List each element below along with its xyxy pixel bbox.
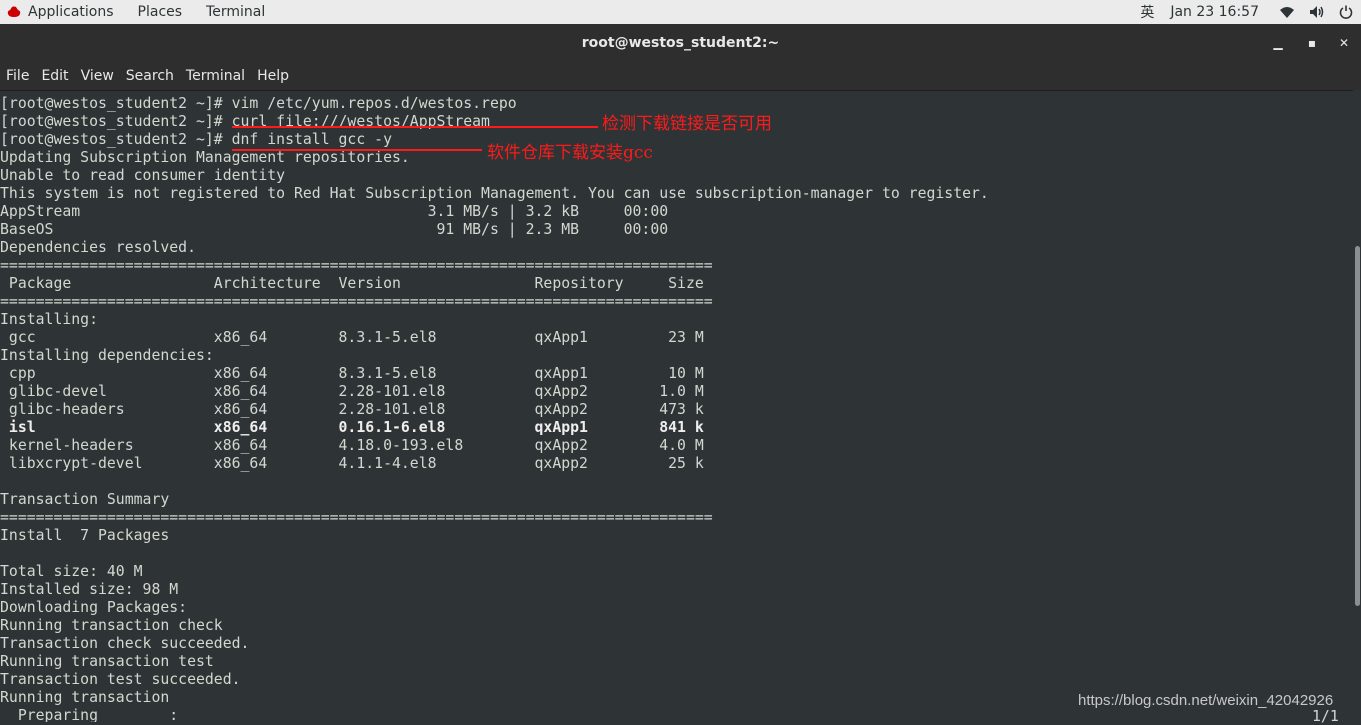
scrollbar-thumb[interactable] xyxy=(1355,246,1360,606)
minimize-button[interactable]: ▁ xyxy=(1268,33,1288,53)
places-label: Places xyxy=(137,4,183,20)
menu-terminal[interactable]: Terminal xyxy=(180,68,251,84)
terminal-line: Running transaction test xyxy=(0,653,214,670)
terminal-line: Install 7 Packages xyxy=(0,527,170,544)
terminal-line: Transaction test succeeded. xyxy=(0,671,241,688)
terminal-line: Installed size: 98 M xyxy=(0,581,179,598)
dnf-underline xyxy=(232,149,482,151)
terminal-line: ========================================… xyxy=(0,257,713,274)
menu-help[interactable]: Help xyxy=(251,68,295,84)
terminal-line: glibc-headers x86_64 2.28-101.el8 qxApp2… xyxy=(0,401,704,418)
redhat-icon xyxy=(7,6,21,17)
menu-file[interactable]: File xyxy=(0,68,35,84)
close-button[interactable]: ✕ xyxy=(1334,33,1354,53)
terminal-output[interactable]: [root@westos_student2 ~]# vim /etc/yum.r… xyxy=(0,95,1352,722)
terminal-line: This system is not registered to Red Hat… xyxy=(0,185,989,202)
terminal-line: glibc-devel x86_64 2.28-101.el8 qxApp2 1… xyxy=(0,383,704,400)
volume-icon[interactable] xyxy=(1309,5,1325,19)
window-title: root@westos_student2:~ xyxy=(581,35,780,51)
curl-annotation: 检测下载链接是否可用 xyxy=(602,114,772,134)
terminal-line: Transaction Summary xyxy=(0,491,170,508)
window-titlebar[interactable]: root@westos_student2:~ ▁ ▪ ✕ xyxy=(0,24,1361,62)
progress-counter: 1/1 xyxy=(1312,708,1339,725)
terminal-app-menu[interactable]: Terminal xyxy=(206,4,265,20)
terminal-line: Total size: 40 M xyxy=(0,563,143,580)
maximize-button[interactable]: ▪ xyxy=(1302,33,1322,53)
terminal-line: Package Architecture Version Repository … xyxy=(0,275,704,292)
terminal-line: kernel-headers x86_64 4.18.0-193.el8 qxA… xyxy=(0,437,704,454)
terminal-line: gcc x86_64 8.3.1-5.el8 qxApp1 23 M xyxy=(0,329,704,346)
menu-search[interactable]: Search xyxy=(120,68,180,84)
input-method-indicator[interactable]: 英 xyxy=(1140,2,1154,22)
curl-underline xyxy=(232,126,598,128)
clock[interactable]: Jan 23 16:57 xyxy=(1170,4,1259,20)
terminal-line: isl x86_64 0.16.1-6.el8 qxApp1 841 k xyxy=(0,419,704,436)
terminal-line: BaseOS 91 MB/s | 2.3 MB 00:00 xyxy=(0,221,669,238)
menu-view[interactable]: View xyxy=(75,68,120,84)
menu-edit[interactable]: Edit xyxy=(35,68,74,84)
terminal-line: Installing: xyxy=(0,311,98,328)
applications-menu[interactable]: Applications xyxy=(6,4,114,20)
wifi-icon[interactable] xyxy=(1279,5,1295,19)
terminal-line: Running transaction check xyxy=(0,617,223,634)
top-panel: Applications Places Terminal 英 Jan 23 16… xyxy=(0,0,1361,24)
terminal-line: Transaction check succeeded. xyxy=(0,635,250,652)
terminal-line: Dependencies resolved. xyxy=(0,239,196,256)
terminal-line: ========================================… xyxy=(0,293,713,310)
terminal-line: libxcrypt-devel x86_64 4.1.1-4.el8 qxApp… xyxy=(0,455,704,472)
terminal-scrollbar[interactable] xyxy=(1353,90,1361,722)
places-menu[interactable]: Places xyxy=(138,4,183,20)
terminal-line: Unable to read consumer identity xyxy=(0,167,286,184)
terminal-line: cpp x86_64 8.3.1-5.el8 qxApp1 10 M xyxy=(0,365,704,382)
terminal-line: Updating Subscription Management reposit… xyxy=(0,149,410,166)
applications-label: Applications xyxy=(28,4,114,20)
terminal-menubar: File Edit View Search Terminal Help xyxy=(0,62,1361,91)
watermark: https://blog.csdn.net/weixin_42042926 xyxy=(1078,692,1334,709)
dnf-annotation: 软件仓库下载安装gcc xyxy=(487,143,653,163)
terminal-line: Installing dependencies: xyxy=(0,347,214,364)
terminal-line: Preparing : xyxy=(0,707,179,722)
terminal-line: Downloading Packages: xyxy=(0,599,188,616)
power-icon[interactable] xyxy=(1339,5,1353,19)
terminal-app-label: Terminal xyxy=(206,4,266,20)
terminal-line: AppStream 3.1 MB/s | 3.2 kB 00:00 xyxy=(0,203,669,220)
terminal-line: ========================================… xyxy=(0,509,713,526)
